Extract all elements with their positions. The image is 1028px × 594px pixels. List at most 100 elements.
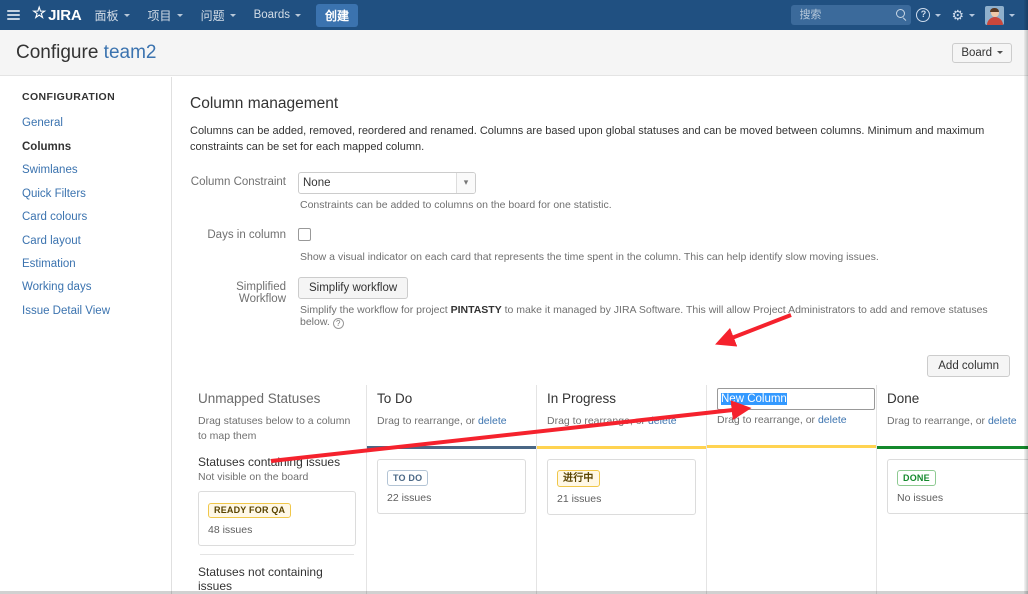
profile-menu-button[interactable] <box>980 0 1020 30</box>
nav-item-issues-zh[interactable]: 问题 <box>192 0 245 30</box>
sidebar-item-general[interactable]: General <box>22 112 171 135</box>
column-title[interactable]: Done <box>887 385 1028 406</box>
sidebar-item-issue-detail-view[interactable]: Issue Detail View <box>22 299 171 322</box>
status-card-ready-for-qa[interactable]: READY FOR QA 48 issues <box>198 491 356 547</box>
status-card-done[interactable]: DONE No issues <box>887 458 1028 514</box>
section-description: Columns can be added, removed, reordered… <box>190 125 985 153</box>
column-title[interactable]: To Do <box>377 385 526 406</box>
jira-logo[interactable]: ☆ JIRA <box>26 6 86 24</box>
content-wrapper: CONFIGURATION General Columns Swimlanes … <box>0 77 1028 594</box>
nav-item-label: 面板 <box>94 8 119 23</box>
nav-item-projects-zh[interactable]: 项目 <box>139 0 192 30</box>
column-new-column: Drag to rearrange, or delete <box>706 384 876 594</box>
simplified-workflow-hint: Simplify the workflow for project PINTAS… <box>300 304 1014 329</box>
statuses-containing-issues-subtitle: Not visible on the board <box>198 471 309 484</box>
column-in-progress: In Progress Drag to rearrange, or delete… <box>536 384 706 594</box>
column-done: Done Drag to rearrange, or delete DONE N… <box>876 384 1028 594</box>
top-navigation-bar: ☆ JIRA 面板 项目 问题 Boards 创建 ? <box>0 0 1028 30</box>
page-header: Configure team2 Board <box>0 30 1028 76</box>
delete-column-link[interactable]: delete <box>478 415 507 427</box>
nav-item-boards-zh[interactable]: 面板 <box>86 0 139 30</box>
nav-item-label: Boards <box>253 9 291 21</box>
column-name-input[interactable] <box>717 387 875 410</box>
sidebar-item-estimation[interactable]: Estimation <box>22 253 171 276</box>
delete-column-link[interactable]: delete <box>648 415 677 427</box>
search-box[interactable] <box>791 5 912 25</box>
hint-text-pre: Simplify the workflow for project <box>300 303 451 316</box>
sidebar-item-card-colours[interactable]: Card colours <box>22 206 171 229</box>
days-in-column-checkbox[interactable] <box>298 227 311 241</box>
statuses-containing-issues-title: Statuses containing issues <box>198 455 341 470</box>
column-hint-text: Drag to rearrange, or <box>547 414 648 427</box>
delete-column-link[interactable]: delete <box>988 415 1017 427</box>
column-body <box>717 448 866 458</box>
main-panel: Column management Columns can be added, … <box>172 77 1028 594</box>
status-issue-count: 21 issues <box>557 492 602 505</box>
page-title: Configure team2 <box>16 42 156 64</box>
help-icon[interactable]: ? <box>332 317 344 329</box>
unmapped-subtitle: Drag statuses below to a column to map t… <box>198 414 351 442</box>
chevron-down-icon <box>229 13 236 17</box>
hint-project-name: PINTASTY <box>450 303 502 316</box>
sidebar-item-columns[interactable]: Columns <box>22 135 171 158</box>
simplify-workflow-button[interactable]: Simplify workflow <box>298 276 409 299</box>
nav-item-label: 项目 <box>147 8 172 23</box>
jira-configure-board-page: ☆ JIRA 面板 项目 问题 Boards 创建 ? <box>0 0 1028 594</box>
chevron-down-icon <box>935 13 942 17</box>
search-input[interactable] <box>791 5 912 25</box>
board-name-link[interactable]: team2 <box>104 42 157 63</box>
chevron-down-icon <box>969 13 975 17</box>
sidebar-heading: CONFIGURATION <box>22 91 116 103</box>
help-icon: ? <box>916 8 931 22</box>
column-title[interactable]: In Progress <box>547 385 696 406</box>
add-column-button[interactable]: Add column <box>927 354 1010 377</box>
chevron-down-icon <box>1009 13 1015 17</box>
status-issue-count: No issues <box>897 491 944 504</box>
avatar <box>985 5 1004 25</box>
column-hint: Drag to rearrange, or delete <box>377 414 526 442</box>
status-card-in-progress[interactable]: 进行中 21 issues <box>547 458 696 515</box>
column-to-do: To Do Drag to rearrange, or delete TO DO… <box>366 384 536 594</box>
statuses-not-containing-issues-title: Statuses not containing issues <box>198 565 323 594</box>
column-constraint-field: None ▾ Constraints can be added to colum… <box>298 171 1014 223</box>
column-body: DONE No issues <box>887 449 1028 514</box>
board-dropdown-button[interactable]: Board <box>952 42 1012 63</box>
add-column-row: Add column <box>190 354 1014 377</box>
column-body: TO DO 22 issues <box>377 449 526 514</box>
jira-logo-text: JIRA <box>48 6 82 24</box>
nav-item-label: 问题 <box>200 8 225 23</box>
status-badge: DONE <box>897 470 936 486</box>
sidebar-item-quick-filters[interactable]: Quick Filters <box>22 182 171 205</box>
hamburger-bars <box>6 8 20 23</box>
sidebar-item-card-layout[interactable]: Card layout <box>22 229 171 252</box>
delete-column-link[interactable]: delete <box>818 414 847 426</box>
column-hint: Drag to rearrange, or delete <box>717 413 866 441</box>
days-in-column-label: Days in column <box>207 228 286 241</box>
days-in-column-row: Days in column Show a visual indicator o… <box>190 225 1014 275</box>
simplified-workflow-label: Simplified Workflow <box>236 280 286 305</box>
settings-menu-button[interactable]: ⚙ <box>946 0 980 30</box>
column-constraint-select-wrap: None ▾ <box>298 171 476 194</box>
nav-item-boards[interactable]: Boards <box>245 0 310 30</box>
menu-icon[interactable] <box>0 0 26 30</box>
column-hint: Drag to rearrange, or delete <box>547 414 696 442</box>
navbar-right-group: ? ⚙ <box>791 0 1028 30</box>
status-card-to-do[interactable]: TO DO 22 issues <box>377 458 526 514</box>
help-menu-button[interactable]: ? <box>911 0 946 30</box>
divider <box>200 554 354 556</box>
column-constraint-select[interactable]: None <box>298 171 476 194</box>
gear-icon: ⚙ <box>951 7 964 23</box>
sidebar-item-swimlanes[interactable]: Swimlanes <box>22 159 171 182</box>
status-issue-count: 22 issues <box>387 491 432 504</box>
sidebar-item-working-days[interactable]: Working days <box>22 276 171 299</box>
column-hint-text: Drag to rearrange, or <box>717 413 818 426</box>
create-button[interactable]: 创建 <box>316 3 359 27</box>
simplified-workflow-row: Simplified Workflow Simplify workflow Si… <box>190 276 1014 341</box>
status-badge: 进行中 <box>557 470 600 487</box>
status-badge: TO DO <box>387 470 429 486</box>
column-hint-text: Drag to rearrange, or <box>887 414 988 427</box>
unmapped-body: Statuses containing issues Not visible o… <box>198 443 356 594</box>
column-hint: Drag to rearrange, or delete <box>887 414 1028 442</box>
column-hint-text: Drag to rearrange, or <box>377 414 478 427</box>
column-constraint-label: Column Constraint <box>190 175 286 188</box>
